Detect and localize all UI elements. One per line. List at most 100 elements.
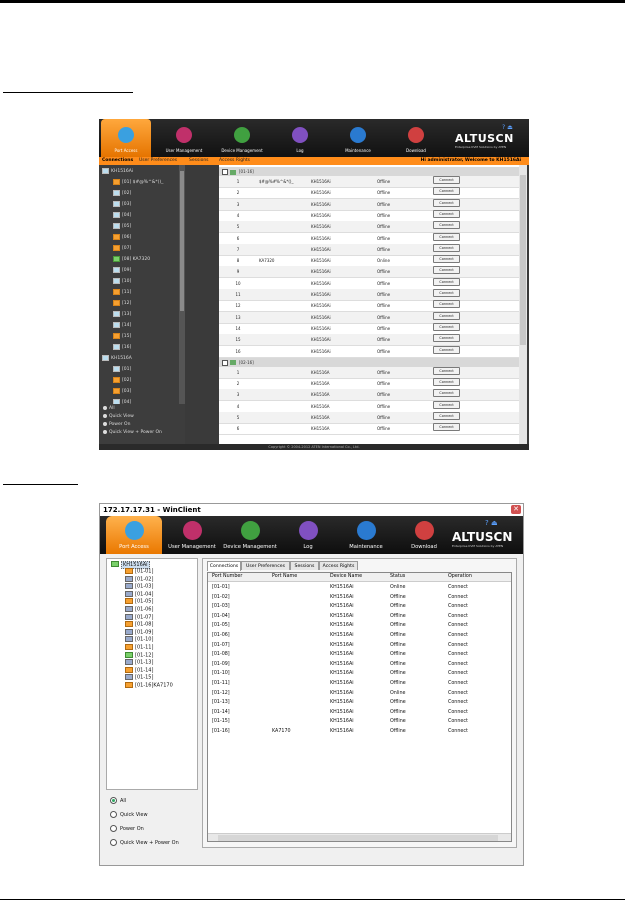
table-row[interactable]: [01-08] KH1516Ai Offline Connect [208,650,511,659]
cell-op[interactable]: Connect [448,602,468,611]
connect-button[interactable]: Connect [433,232,460,241]
tree-node[interactable]: [03] [113,200,131,209]
cell-op[interactable]: Connect [448,669,468,678]
cell-op[interactable]: Connect [448,727,468,736]
table-row[interactable]: [01-01] KH1516Ai Online Connect [208,583,511,592]
subtab-0[interactable]: Connections [102,157,133,165]
cell-op[interactable]: Connect [448,698,468,707]
table-row[interactable]: [01-10] KH1516Ai Offline Connect [208,669,511,678]
filter-radio[interactable]: Power On [103,421,130,429]
tree-node[interactable]: [01-14] [125,666,153,674]
main-scrollbar[interactable] [519,165,527,444]
connect-button[interactable]: Connect [433,345,460,354]
tree-node[interactable]: [02] [113,376,131,385]
connect-button[interactable]: Connect [433,277,460,286]
connect-button[interactable]: Connect [433,322,460,331]
tree-node[interactable]: [16] [113,343,131,352]
table-row[interactable]: [01-05] KH1516Ai Offline Connect [208,621,511,630]
tree-node[interactable]: [01-02] [125,575,153,583]
connect-button[interactable]: Connect [433,187,460,196]
tree-node[interactable]: [01-08] [125,621,153,628]
tree-node[interactable]: [15] [113,332,131,341]
tree-node[interactable]: [07] [113,244,131,253]
filter-radio[interactable]: Quick View [110,811,148,819]
table-row[interactable]: [01-09] KH1516Ai Offline Connect [208,660,511,669]
connect-button[interactable]: Connect [433,389,460,398]
cell-op[interactable]: Connect [448,660,468,669]
tree-node[interactable]: [08] KA7320 [113,255,150,264]
subtab-0[interactable]: Connections [207,561,241,571]
table-row[interactable]: [01-12] KH1516Ai Online Connect [208,689,511,698]
filter-radio[interactable]: All [110,797,126,805]
table-row[interactable]: [01-03] KH1516Ai Offline Connect [208,602,511,611]
table-row[interactable]: [01-16] KA7170 KH1516Ai Offline Connect [208,727,511,736]
tree-node[interactable]: [01] $#@%^&*()_ [113,178,163,187]
cell-op[interactable]: Connect [448,583,468,592]
tree-node[interactable]: [12] [113,299,131,308]
connect-button[interactable]: Connect [433,412,460,420]
tree-root[interactable]: KH1516Ai [111,560,150,569]
connect-button[interactable]: Connect [433,198,460,207]
cell-op[interactable]: Connect [448,679,468,688]
tree-node[interactable]: [01-09] [125,628,153,636]
tree-node[interactable]: [01-12] [125,651,153,659]
cell-op[interactable]: Connect [448,621,468,630]
column-header[interactable]: Port Number [212,573,242,581]
tree-node[interactable]: [01-04] [125,590,153,598]
filter-radio[interactable]: Quick View + Power On [110,839,179,847]
tab-0[interactable]: Port Access [106,516,162,554]
subtab-3[interactable]: Access Rights [319,561,358,570]
connect-button[interactable]: Connect [433,423,460,432]
table-row[interactable]: [01-02] KH1516Ai Offline Connect [208,593,511,602]
connect-button[interactable]: Connect [433,300,460,309]
help-exit-icons[interactable]: ? ⏏ [485,519,498,527]
tree-node[interactable]: [01-05] [125,598,153,605]
tree-node[interactable]: [01-13] [125,659,153,666]
table-row[interactable]: [01-06] KH1516Ai Offline Connect [208,631,511,640]
cell-op[interactable]: Connect [448,717,468,726]
column-header[interactable]: Operation [448,573,472,581]
subtab-1[interactable]: User Preferences [139,157,177,165]
horizontal-scrollbar[interactable] [208,833,511,841]
tree-node[interactable]: [03] [113,387,131,396]
tree-node[interactable]: [09] [113,266,131,275]
tree-node[interactable]: [06] [113,233,131,242]
tree-node[interactable]: [01-10] [125,636,153,643]
tree-node[interactable]: [02] [113,189,131,198]
tab-2[interactable]: Device Management [217,119,267,157]
connect-button[interactable]: Connect [433,378,460,387]
close-icon[interactable]: ✕ [511,505,521,514]
filter-radio[interactable]: Quick View [103,413,134,421]
tree-node[interactable]: [04] [113,211,131,220]
connect-button[interactable]: Connect [433,266,460,275]
connect-button[interactable]: Connect [433,176,460,184]
tree-node[interactable]: [14] [113,321,131,330]
tree-node[interactable]: KH1516Ai [102,167,133,176]
group-header[interactable]: [01-16] [219,167,519,176]
table-row[interactable]: [01-15] KH1516Ai Offline Connect [208,717,511,726]
cell-op[interactable]: Connect [448,708,468,717]
tree-node[interactable]: [01-03] [125,583,153,590]
table-row[interactable]: [01-07] KH1516Ai Offline Connect [208,641,511,650]
tab-1[interactable]: User Management [159,119,209,157]
tab-5[interactable]: Download [396,516,452,554]
tab-3[interactable]: Log [275,119,325,157]
tree-node[interactable]: [01-16]KA7170 [125,682,173,689]
tree-node[interactable]: [13] [113,310,131,319]
tab-4[interactable]: Maintenance [338,516,394,554]
column-header[interactable]: Status [390,573,405,581]
tree-node[interactable]: [01-06] [125,606,153,613]
subtab-2[interactable]: Sessions [290,561,319,570]
tree-node[interactable]: [01-01] [125,568,153,575]
tab-3[interactable]: Log [280,516,336,554]
filter-radio[interactable]: All [103,405,115,413]
connect-button[interactable]: Connect [433,400,460,409]
collapse-icon[interactable] [222,169,228,175]
table-row[interactable]: [01-04] KH1516Ai Offline Connect [208,612,511,621]
tab-0[interactable]: Port Access [101,119,151,157]
cell-op[interactable]: Connect [448,593,468,602]
tab-5[interactable]: Download [391,119,441,157]
cell-op[interactable]: Connect [448,612,468,621]
sidebar-scrollbar[interactable] [179,165,185,404]
tree-node[interactable]: [10] [113,277,131,286]
